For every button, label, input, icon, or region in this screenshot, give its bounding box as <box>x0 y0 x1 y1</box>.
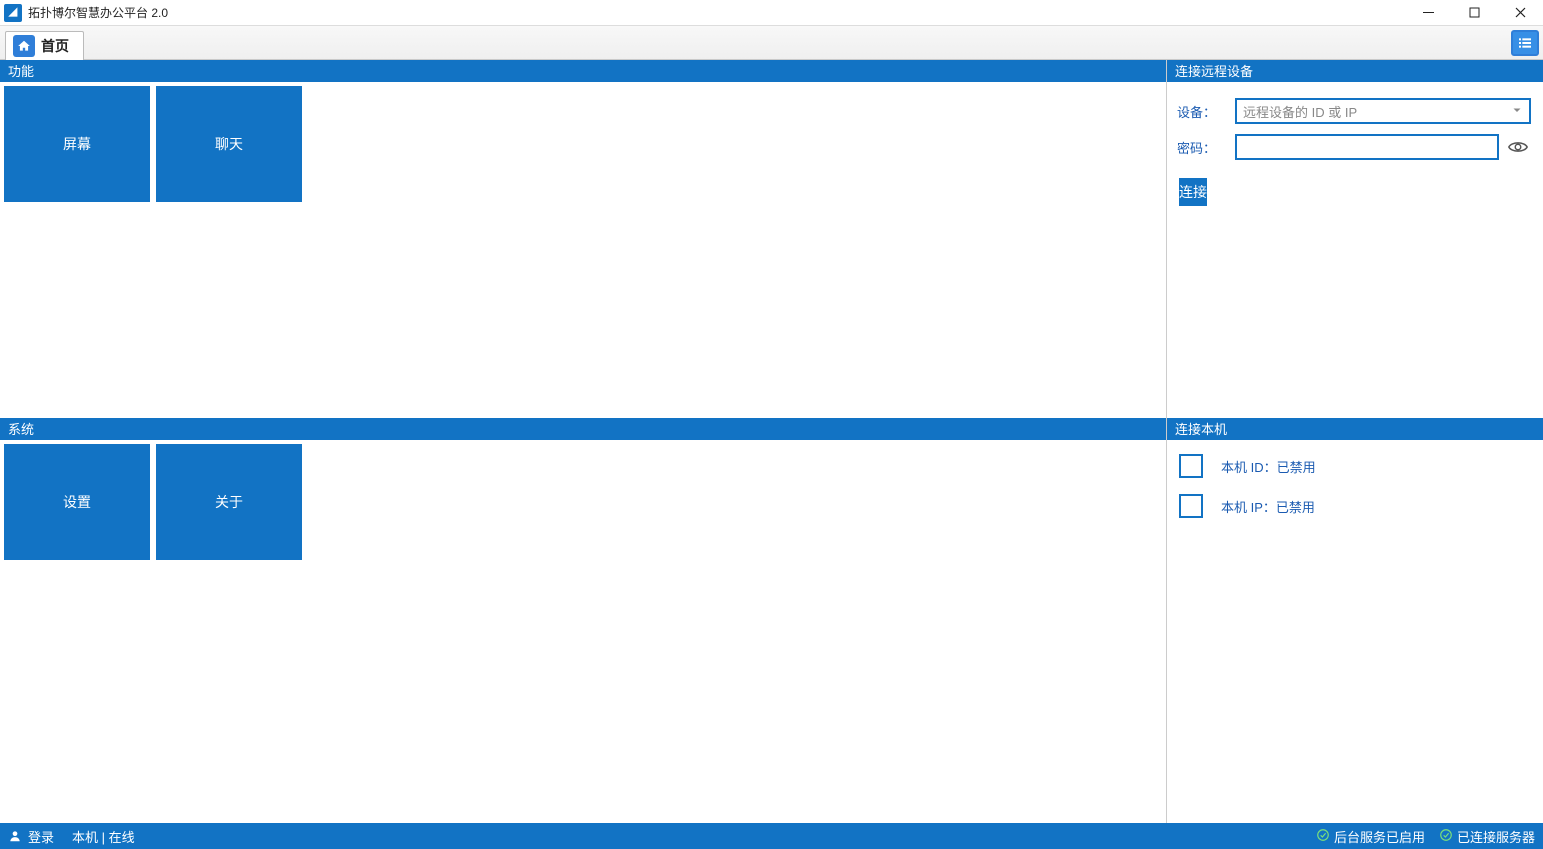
remote-panel-body: 设备： 远程设备的 ID 或 IP 密码： <box>1167 82 1543 418</box>
right-column: 连接远程设备 设备： 远程设备的 ID 或 IP 密码： <box>1167 60 1543 823</box>
titlebar: ◢ 拓扑博尔智慧办公平台 2.0 <box>0 0 1543 26</box>
tile-about-label: 关于 <box>215 492 243 512</box>
minimize-button[interactable] <box>1405 0 1451 26</box>
app-icon: ◢ <box>4 4 22 22</box>
system-tiles: 设置 关于 <box>4 444 1162 560</box>
function-tiles: 屏幕 聊天 <box>4 86 1162 202</box>
local-status: 本机 | 在线 <box>72 827 135 846</box>
device-combobox[interactable]: 远程设备的 ID 或 IP <box>1235 98 1531 124</box>
tabbar: 首页 <box>0 26 1543 60</box>
connect-button[interactable]: 连接 <box>1179 178 1207 206</box>
chevron-down-icon <box>1511 104 1523 119</box>
tile-settings[interactable]: 设置 <box>4 444 150 560</box>
remote-panel-header: 连接远程设备 <box>1167 60 1543 82</box>
minimize-icon <box>1423 7 1434 18</box>
system-panel-body: 设置 关于 <box>0 440 1166 823</box>
tab-home-label: 首页 <box>41 36 69 56</box>
window-controls <box>1405 0 1543 26</box>
status-bar: 登录 本机 | 在线 后台服务已启用 已连接服务器 <box>0 823 1543 849</box>
local-id-row: 本机 ID：已禁用 <box>1171 446 1539 486</box>
device-label: 设备： <box>1177 102 1217 121</box>
remote-panel: 连接远程设备 设备： 远程设备的 ID 或 IP 密码： <box>1167 60 1543 418</box>
left-column: 功能 屏幕 聊天 系统 设置 关于 <box>0 60 1167 823</box>
status-left: 登录 本机 | 在线 <box>8 827 135 846</box>
tile-settings-label: 设置 <box>63 492 91 512</box>
list-icon <box>1517 35 1533 51</box>
server-status: 已连接服务器 <box>1439 827 1535 846</box>
local-panel: 连接本机 本机 ID：已禁用 本机 IP：已禁用 <box>1167 418 1543 823</box>
tile-screen[interactable]: 屏幕 <box>4 86 150 202</box>
system-panel: 系统 设置 关于 <box>0 418 1166 823</box>
check-circle-icon <box>1439 828 1453 845</box>
local-id-checkbox[interactable] <box>1179 454 1203 478</box>
window-title: 拓扑博尔智慧办公平台 2.0 <box>28 4 168 21</box>
bg-service-status: 后台服务已启用 <box>1316 827 1425 846</box>
device-placeholder: 远程设备的 ID 或 IP <box>1243 102 1357 121</box>
local-id-label: 本机 ID：已禁用 <box>1221 457 1316 476</box>
tile-about[interactable]: 关于 <box>156 444 302 560</box>
tile-chat-label: 聊天 <box>215 134 243 154</box>
status-right: 后台服务已启用 已连接服务器 <box>1316 827 1535 846</box>
tab-home[interactable]: 首页 <box>5 31 84 60</box>
close-button[interactable] <box>1497 0 1543 26</box>
login-link[interactable]: 登录 <box>28 827 54 846</box>
system-panel-header: 系统 <box>0 418 1166 440</box>
menu-button[interactable] <box>1511 30 1539 56</box>
maximize-icon <box>1469 7 1480 18</box>
show-password-button[interactable] <box>1505 134 1531 160</box>
local-panel-header: 连接本机 <box>1167 418 1543 440</box>
close-icon <box>1515 7 1526 18</box>
server-status-label: 已连接服务器 <box>1457 827 1535 846</box>
password-row: 密码： <box>1177 134 1531 160</box>
maximize-button[interactable] <box>1451 0 1497 26</box>
home-icon <box>13 35 35 57</box>
password-label: 密码： <box>1177 138 1217 157</box>
connect-button-label: 连接 <box>1179 182 1207 202</box>
tile-chat[interactable]: 聊天 <box>156 86 302 202</box>
person-icon <box>8 829 22 843</box>
main-area: 功能 屏幕 聊天 系统 设置 关于 连接远程设备 设备： <box>0 60 1543 823</box>
local-ip-label: 本机 IP：已禁用 <box>1221 497 1315 516</box>
password-input[interactable] <box>1235 134 1499 160</box>
local-panel-body: 本机 ID：已禁用 本机 IP：已禁用 <box>1167 440 1543 823</box>
functions-panel-body: 屏幕 聊天 <box>0 82 1166 418</box>
check-circle-icon <box>1316 828 1330 845</box>
local-ip-checkbox[interactable] <box>1179 494 1203 518</box>
bg-service-label: 后台服务已启用 <box>1334 827 1425 846</box>
eye-icon <box>1507 136 1529 158</box>
device-row: 设备： 远程设备的 ID 或 IP <box>1177 98 1531 124</box>
functions-panel: 功能 屏幕 聊天 <box>0 60 1166 418</box>
tile-screen-label: 屏幕 <box>63 134 91 154</box>
local-ip-row: 本机 IP：已禁用 <box>1171 486 1539 526</box>
functions-panel-header: 功能 <box>0 60 1166 82</box>
